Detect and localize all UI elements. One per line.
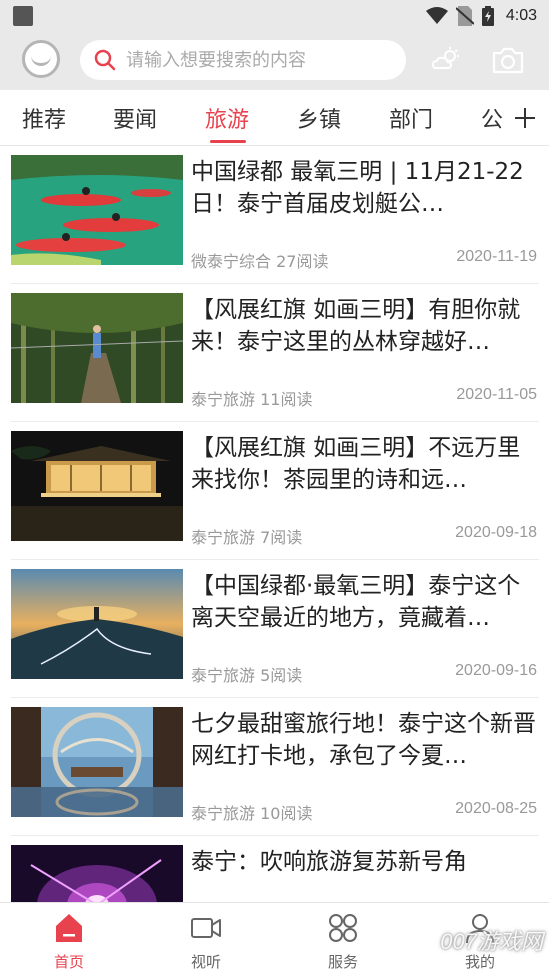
news-title: 【风展红旗 如画三明】有胆你就来！泰宁这里的丛林穿越好… <box>191 297 521 355</box>
weather-icon[interactable] <box>432 46 462 72</box>
status-bar: 4:03 <box>0 0 549 32</box>
tab-headlines[interactable]: 要闻 <box>113 102 157 134</box>
news-item[interactable]: 【风展红旗 如画三明】不远万里来找你！茶园里的诗和远… 泰宁旅游 7阅读 202… <box>11 422 539 560</box>
news-thumbnail <box>11 569 183 679</box>
nav-video[interactable]: 视听 <box>171 911 241 972</box>
wifi-icon <box>425 7 448 24</box>
nav-services[interactable]: 服务 <box>308 911 378 972</box>
news-item[interactable]: 泰宁：吹响旅游复苏新号角 <box>11 836 539 902</box>
tab-recommend[interactable]: 推荐 <box>22 102 66 134</box>
news-source: 泰宁旅游 5阅读 <box>191 666 303 685</box>
news-source: 泰宁旅游 10阅读 <box>191 804 313 823</box>
camera-icon[interactable] <box>492 46 524 74</box>
add-channel-icon[interactable] <box>513 106 537 130</box>
tab-towns[interactable]: 乡镇 <box>297 102 341 134</box>
app-notification-icon <box>13 6 33 26</box>
news-source: 泰宁旅游 11阅读 <box>191 390 313 409</box>
news-item[interactable]: 中国绿都 最氧三明 | 11月21-22日！泰宁首届皮划艇公… 微泰宁综合 27… <box>11 146 539 284</box>
news-title: 【风展红旗 如画三明】不远万里来找你！茶园里的诗和远… <box>191 435 521 493</box>
news-date: 2020-09-18 <box>455 524 537 541</box>
news-item[interactable]: 【风展红旗 如画三明】有胆你就来！泰宁这里的丛林穿越好… 泰宁旅游 11阅读 2… <box>11 284 539 422</box>
news-source: 微泰宁综合 27阅读 <box>191 252 329 271</box>
nav-video-label: 视听 <box>190 953 221 971</box>
active-tab-indicator <box>210 140 246 143</box>
news-list: 中国绿都 最氧三明 | 11月21-22日！泰宁首届皮划艇公… 微泰宁综合 27… <box>0 146 549 902</box>
news-item[interactable]: 【中国绿都·最氧三明】泰宁这个离天空最近的地方，竟藏着… 泰宁旅游 5阅读 20… <box>11 560 539 698</box>
news-thumbnail <box>11 293 183 403</box>
search-input[interactable] <box>126 49 386 71</box>
app-logo[interactable] <box>22 40 60 78</box>
news-thumbnail <box>11 155 183 265</box>
news-thumbnail <box>11 431 183 541</box>
home-icon <box>56 914 82 942</box>
services-grid-icon <box>329 914 357 942</box>
news-item[interactable]: 七夕最甜蜜旅行地！泰宁这个新晋网红打卡地，承包了今夏… 泰宁旅游 10阅读 20… <box>11 698 539 836</box>
tab-departments[interactable]: 部门 <box>389 102 433 134</box>
news-thumbnail <box>11 707 183 817</box>
news-source: 泰宁旅游 7阅读 <box>191 528 303 547</box>
nav-services-label: 服务 <box>327 953 358 971</box>
news-thumbnail <box>11 845 183 902</box>
news-date: 2020-09-16 <box>455 662 537 679</box>
news-date: 2020-08-25 <box>455 800 537 817</box>
nav-home[interactable]: 首页 <box>34 911 104 972</box>
category-tabs: 推荐 要闻 旅游 乡镇 部门 公 <box>0 90 549 146</box>
video-icon <box>191 918 221 938</box>
nav-home-label: 首页 <box>53 953 84 971</box>
clock: 4:03 <box>505 7 537 24</box>
news-date: 2020-11-19 <box>456 248 537 265</box>
news-title: 中国绿都 最氧三明 | 11月21-22日！泰宁首届皮划艇公… <box>191 159 524 217</box>
watermark: 007游戏网 <box>440 929 543 954</box>
news-title: 泰宁：吹响旅游复苏新号角 <box>191 849 467 875</box>
tab-public[interactable]: 公 <box>481 102 503 134</box>
no-sim-icon <box>455 6 474 26</box>
search-icon <box>94 49 116 71</box>
news-title: 七夕最甜蜜旅行地！泰宁这个新晋网红打卡地，承包了今夏… <box>191 711 536 769</box>
battery-icon <box>481 6 494 26</box>
news-title: 【中国绿都·最氧三明】泰宁这个离天空最近的地方，竟藏着… <box>191 573 521 631</box>
search-bar[interactable] <box>80 40 406 80</box>
tab-travel[interactable]: 旅游 <box>205 102 249 134</box>
app-header <box>0 32 549 90</box>
news-date: 2020-11-05 <box>456 386 537 403</box>
